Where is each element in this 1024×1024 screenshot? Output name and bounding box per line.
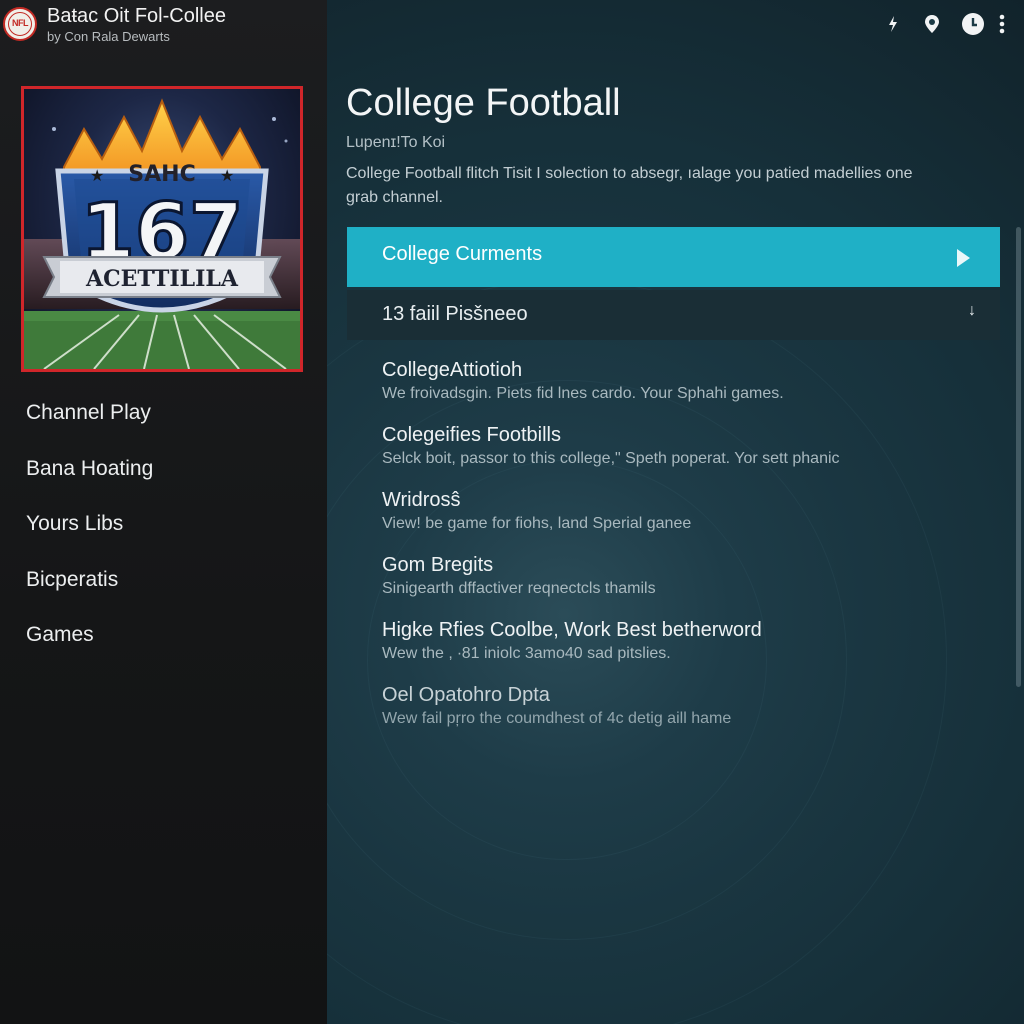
top-toolbar: [864, 0, 1024, 50]
sidebar: NFL Baŧac Oit Fol-Collee by Con Rala Dew…: [0, 0, 327, 1024]
sidebar-item-bana-hoating[interactable]: Bana Hoating: [0, 441, 327, 497]
app-header: NFL Baŧac Oit Fol-Collee by Con Rala Dew…: [0, 0, 327, 54]
list-item-title: Wridrosŝ: [382, 489, 461, 511]
row-label: 13 faiil Pisšneeo: [382, 303, 528, 325]
sidebar-item-bicperatis[interactable]: Bicperatis: [0, 552, 327, 608]
list-item[interactable]: Oel Opatohro Dpta Wew fail pŗro the coum…: [382, 682, 1002, 747]
list-item[interactable]: Wridrosŝ View! be game for fiohs, land S…: [382, 487, 1002, 552]
page-description: College Football flitch Tisit I solectio…: [346, 165, 913, 206]
svg-text:★: ★: [90, 166, 104, 185]
sidebar-item-games[interactable]: Games: [0, 607, 327, 663]
list-item[interactable]: Colegeifies Footbills Selck boit, passor…: [382, 422, 1002, 487]
football-shield-emblem: ★ ★ SAHC 167 ACETTILILA: [24, 98, 300, 369]
list-item-desc: Selck boit, passor to this college," Spe…: [382, 450, 840, 467]
list-item[interactable]: CollegeAttiotioh We froivadsgin. Piets f…: [382, 357, 1002, 422]
clock-icon[interactable]: [961, 12, 985, 36]
channel-cover-art[interactable]: ★ ★ SAHC 167 ACETTILILA: [21, 86, 303, 372]
location-icon[interactable]: [921, 13, 943, 35]
more-icon[interactable]: [997, 13, 1007, 35]
list-item-desc: View! be game for fiohs, land Sperial ga…: [382, 515, 692, 532]
sidebar-item-yours-libs[interactable]: Yours Libs: [0, 496, 327, 552]
list-item[interactable]: Gom Bregits Sinigearth dffactiver reqnec…: [382, 552, 1002, 617]
list-item-title: Higke Rfies Coolbe, Work Best betherword: [382, 619, 762, 641]
list-item-desc: Wew fail pŗro the coumdhest of 4c detig …: [382, 710, 732, 727]
row-label: College Curments: [382, 243, 543, 265]
list-item-desc: We froivadsgin. Piets fid lnes cardo. Yo…: [382, 385, 784, 402]
list-item-title: Gom Bregits: [382, 554, 494, 576]
cover-banner-text: ACETTILILA: [85, 266, 239, 292]
list-item-title: Colegeifies Footbills: [382, 424, 561, 446]
list-item-title: Oel Opatohro Dpta: [382, 684, 550, 706]
sidebar-item-channel-play[interactable]: Channel Play: [0, 385, 327, 441]
play-icon: [957, 249, 970, 267]
lightning-icon[interactable]: [882, 13, 904, 35]
page-subtitle: Lupenɪ!To Koi: [346, 134, 446, 151]
college-curments-row[interactable]: College Curments: [347, 227, 1000, 287]
page-title: College Football: [346, 82, 621, 124]
fail-pisneeo-row[interactable]: 13 faiil Pisšneeo ↓: [347, 290, 1000, 340]
sidebar-nav: Channel Play Bana Hoating Yours Libs Bic…: [0, 385, 327, 663]
svg-text:★: ★: [220, 166, 234, 185]
scrollbar[interactable]: [1016, 227, 1021, 687]
down-arrow-icon: ↓: [968, 302, 976, 319]
channel-list: CollegeAttiotioh We froivadsgin. Piets f…: [382, 357, 1002, 747]
app-subtitle: by Con Rala Dewarts: [47, 29, 170, 44]
list-item-title: CollegeAttiotioh: [382, 359, 523, 381]
main-panel: College Football Lupenɪ!To Koi College F…: [327, 0, 1024, 1024]
cover-top-text: SAHC: [128, 162, 195, 187]
list-item-desc: Wew the , ∙81 iniolc 3amo40 sad pitslies…: [382, 645, 671, 662]
list-item-desc: Sinigearth dffactiver reqnectcls thamils: [382, 580, 656, 597]
app-title: Baŧac Oit Fol-Collee: [47, 5, 226, 27]
list-item[interactable]: Higke Rfies Coolbe, Work Best betherword…: [382, 617, 1002, 682]
nfl-logo-icon: NFL: [3, 7, 37, 41]
